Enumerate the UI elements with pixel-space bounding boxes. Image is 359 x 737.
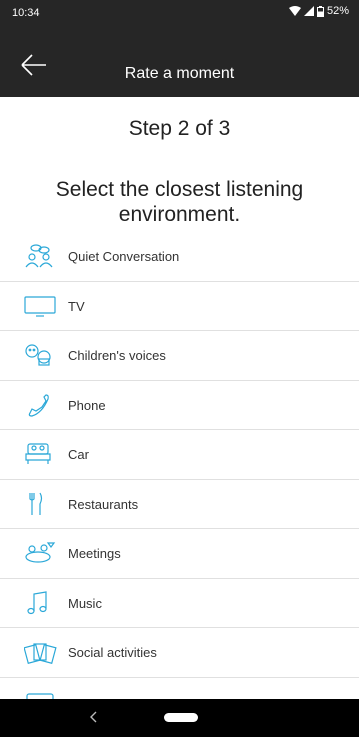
env-item-meetings[interactable]: Meetings bbox=[0, 529, 359, 579]
partial-item-icon bbox=[24, 690, 58, 699]
status-bar: 10:34 52% bbox=[0, 0, 359, 27]
env-item-social-activities[interactable]: Social activities bbox=[0, 628, 359, 678]
children-icon bbox=[24, 343, 58, 367]
env-item-car[interactable]: Car bbox=[0, 430, 359, 480]
system-nav-bar bbox=[0, 699, 359, 737]
env-item-tv[interactable]: TV bbox=[0, 282, 359, 331]
env-label: Meetings bbox=[68, 546, 121, 561]
environment-list: Quiet Conversation TV Children's voices … bbox=[0, 232, 359, 699]
env-item-childrens-voices[interactable]: Children's voices bbox=[0, 331, 359, 381]
tv-icon bbox=[24, 294, 58, 318]
wifi-icon bbox=[288, 6, 301, 16]
battery-percent: 52% bbox=[326, 5, 349, 17]
env-item-music[interactable]: Music bbox=[0, 579, 359, 628]
meetings-icon bbox=[24, 541, 58, 565]
restaurant-icon bbox=[24, 492, 58, 516]
nav-home-pill[interactable] bbox=[164, 713, 198, 722]
env-label: Restaurants bbox=[68, 496, 139, 512]
step-indicator: Step 2 of 3 bbox=[128, 117, 231, 140]
env-item-restaurants[interactable]: Restaurants bbox=[0, 480, 359, 529]
env-label: TV bbox=[68, 298, 85, 314]
env-label: Music bbox=[68, 595, 102, 611]
app-bar: Rate a moment bbox=[0, 27, 359, 97]
social-icon bbox=[24, 640, 58, 664]
env-item-quiet-conversation[interactable]: Quiet Conversation bbox=[0, 232, 359, 282]
env-label: Phone bbox=[68, 397, 106, 413]
nav-back-icon[interactable] bbox=[84, 707, 104, 727]
env-label: Quiet Conversation bbox=[68, 249, 180, 264]
conversation-icon bbox=[24, 244, 58, 268]
battery-icon bbox=[316, 5, 324, 17]
env-label: Car bbox=[68, 447, 89, 462]
env-item-partial[interactable] bbox=[0, 678, 359, 699]
env-label: Social activities bbox=[68, 645, 157, 660]
env-item-phone[interactable]: Phone bbox=[0, 381, 359, 430]
env-label: Children's voices bbox=[68, 348, 166, 363]
signal-icon bbox=[303, 6, 314, 16]
music-icon bbox=[24, 590, 58, 615]
status-time: 10:34 bbox=[12, 7, 40, 19]
page-title: Rate a moment bbox=[124, 65, 235, 82]
instruction-text: Select the closest listening environment… bbox=[55, 178, 304, 226]
car-icon bbox=[24, 442, 58, 466]
status-icons: 52% bbox=[288, 5, 349, 17]
phone-icon bbox=[24, 393, 58, 417]
